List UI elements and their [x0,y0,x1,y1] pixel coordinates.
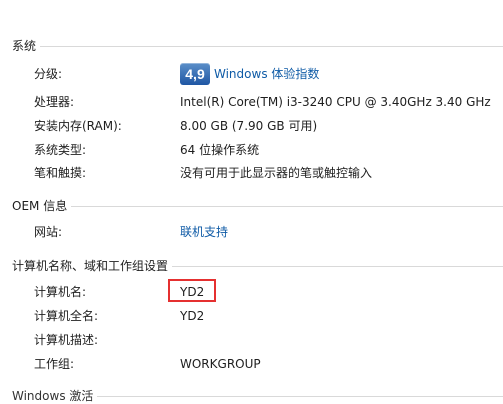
workgroup-label: 工作组: [34,357,75,371]
computer-name-label: 计算机名: [34,285,87,299]
pen-touch-value: 没有可用于此显示器的笔或触控输入 [180,166,373,180]
system-section-header: 系统 [12,38,503,54]
computer-section-title: 计算机名称、域和工作组设置 [12,259,169,273]
ram-label: 安装内存(RAM): [34,119,122,133]
section-divider [172,265,503,267]
system-type-value: 64 位操作系统 [180,143,260,157]
pen-touch-label: 笔和触摸: [34,166,87,180]
rating-label: 分级: [34,67,63,81]
wei-score-badge[interactable]: 4,9 [180,63,210,85]
full-computer-name-value: YD2 [180,309,205,323]
computer-section-header: 计算机名称、域和工作组设置 [12,258,503,274]
ram-value: 8.00 GB (7.90 GB 可用) [180,119,318,133]
online-support-link[interactable]: 联机支持 [180,224,228,240]
section-divider [71,205,503,207]
oem-section-header: OEM 信息 [12,198,503,214]
website-label: 网站: [34,225,63,239]
activation-section-title: Windows 激活 [12,389,94,403]
processor-label: 处理器: [34,95,75,109]
section-divider [40,45,503,47]
full-computer-name-label: 计算机全名: [34,309,99,323]
computer-description-label: 计算机描述: [34,333,99,347]
windows-experience-index-link[interactable]: Windows 体验指数 [214,62,319,86]
computer-name-highlight-box [168,279,216,302]
section-divider [97,395,503,397]
processor-value: Intel(R) Core(TM) i3-3240 CPU @ 3.40GHz … [180,95,491,109]
system-section-title: 系统 [12,39,37,53]
oem-section-title: OEM 信息 [12,199,68,213]
workgroup-value: WORKGROUP [180,357,261,371]
system-type-label: 系统类型: [34,143,87,157]
activation-section-header: Windows 激活 [12,388,503,404]
rating-value: 4,9 Windows 体验指数 [180,62,319,86]
